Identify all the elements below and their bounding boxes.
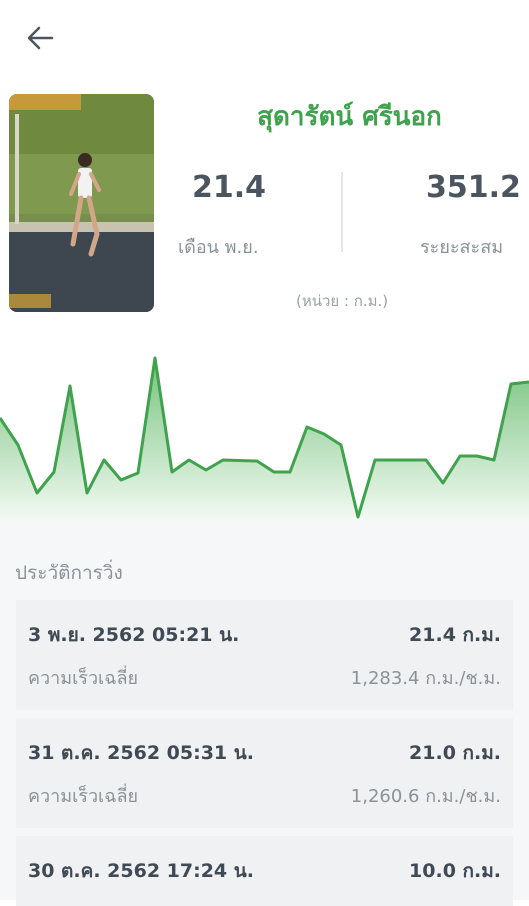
- run-distance: 21.0 ก.ม.: [409, 742, 501, 764]
- stats-divider: [341, 172, 343, 252]
- total-distance-value: 351.2: [426, 170, 521, 205]
- runner-name: สุดารัตน์ ศรีนอก: [257, 102, 442, 132]
- run-history: ประวัติการวิ่ง 3 พ.ย. 2562 05:21 น. 21.4…: [0, 520, 529, 906]
- run-speed: 1,260.6 ก.ม./ช.ม.: [350, 786, 501, 807]
- total-distance-label: ระยะสะสม: [420, 237, 504, 258]
- runner-photo: [9, 94, 154, 312]
- run-card[interactable]: 3 พ.ย. 2562 05:21 น. 21.4 ก.ม. ความเร็วเ…: [16, 600, 513, 710]
- run-date: 30 ต.ค. 2562 17:24 น.: [28, 860, 254, 882]
- back-button[interactable]: [22, 22, 58, 54]
- unit-note: (หน่วย : ก.ม.): [296, 292, 389, 310]
- run-card[interactable]: 31 ต.ค. 2562 05:31 น. 21.0 ก.ม. ความเร็ว…: [16, 718, 513, 828]
- arrow-left-icon: [27, 26, 54, 50]
- month-distance-label: เดือน พ.ย.: [178, 237, 259, 258]
- run-speed: 1,283.4 ก.ม./ช.ม.: [350, 668, 501, 689]
- distance-sparkline: [0, 356, 529, 520]
- run-card[interactable]: 30 ต.ค. 2562 17:24 น. 10.0 ก.ม.: [16, 836, 513, 906]
- run-date: 3 พ.ย. 2562 05:21 น.: [28, 624, 240, 646]
- run-distance: 21.4 ก.ม.: [409, 624, 501, 646]
- run-distance: 10.0 ก.ม.: [409, 860, 501, 882]
- run-date: 31 ต.ค. 2562 05:31 น.: [28, 742, 254, 764]
- month-distance-value: 21.4: [192, 170, 267, 205]
- run-speed-label: ความเร็วเฉลี่ย: [28, 668, 139, 689]
- run-speed-label: ความเร็วเฉลี่ย: [28, 786, 139, 807]
- history-title: ประวัติการวิ่ง: [15, 562, 123, 584]
